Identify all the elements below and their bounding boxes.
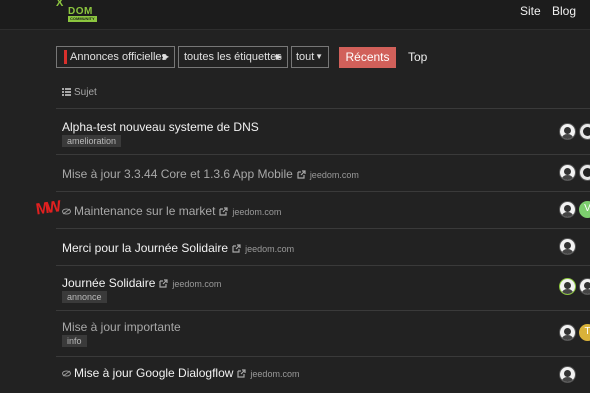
top-tab-button[interactable]: Top [408,47,427,68]
topic-title-link[interactable]: Journée Solidaire jeedom.com [62,276,221,290]
topic-domain: jeedom.com [250,369,300,379]
external-link-icon [219,207,229,216]
topic-domain: jeedom.com [232,207,282,217]
topic-title-text: Merci pour la Journée Solidaire [62,241,229,255]
caret-down-icon: ▼ [315,52,323,61]
topic-title-text: Mise à jour importante [62,320,181,334]
nav-blog-link[interactable]: Blog [552,4,576,18]
poster-avatar[interactable] [559,324,576,341]
recent-tab-button[interactable]: Récents [339,47,396,68]
logo-x-mark: X [56,0,64,9]
external-link-icon [297,170,306,179]
topic-tag[interactable]: info [62,335,87,347]
topic-title-text: Mise à jour 3.3.44 Core et 1.3.6 App Mob… [62,167,293,181]
topic-tag[interactable]: annonce [62,291,107,303]
external-link-icon [232,244,241,253]
topic-row[interactable]: Mise à jour Google Dialogflow jeedom.com [56,357,590,393]
poster-avatar[interactable] [579,278,590,295]
poster-avatar[interactable]: V [579,201,590,218]
topic-domain: jeedom.com [172,279,222,289]
topic-row[interactable]: Merci pour la Journée Solidaire jeedom.co… [56,229,590,266]
nav-site-link[interactable]: Site [520,4,541,18]
topic-title-text: Mise à jour Google Dialogflow [74,366,234,380]
category-color-swatch [64,50,67,64]
logo-subtitle: COMMUNITY [68,16,97,22]
jeedom-logo[interactable]: X DOM COMMUNITY [54,0,100,24]
topic-domain: jeedom.com [245,244,295,254]
poster-avatar[interactable] [559,123,576,140]
subject-column-header[interactable]: Sujet [62,87,97,98]
poster-avatar[interactable] [579,123,590,140]
topic-title-link[interactable]: Merci pour la Journée Solidaire jeedom.co… [62,241,294,255]
topic-row[interactable]: Alpha-test nouveau systeme de DNS amelio… [56,109,590,155]
topic-title-text: Alpha-test nouveau systeme de DNS [62,120,259,134]
topic-domain: jeedom.com [309,170,359,180]
external-link-icon [237,369,247,378]
topic-title-link[interactable]: Mise à jour importante [62,320,181,334]
poster-avatar[interactable] [559,164,576,181]
caret-right-icon: ▶ [275,52,282,61]
eye-slash-icon [62,370,71,377]
poster-avatar[interactable]: T [579,324,590,341]
subject-column-label: Sujet [74,87,97,98]
topic-title-text: Maintenance sur le market [74,204,216,218]
category-dropdown-label: Annonces officielles [70,51,168,63]
poster-avatar[interactable] [559,278,576,295]
tags-dropdown[interactable]: toutes les étiquettes ▶ [178,46,288,68]
topic-tag[interactable]: amelioration [62,135,122,147]
topic-row[interactable]: Maintenance sur le market jeedom.com V [56,192,590,229]
list-icon [62,88,71,96]
period-dropdown-label: tout [296,51,315,63]
topic-title-text: Journée Solidaire [62,276,156,290]
poster-avatar[interactable] [559,201,576,218]
topic-row[interactable]: Journée Solidaire jeedom.com annonce [56,266,590,311]
caret-right-icon: ▶ [162,52,169,61]
category-dropdown[interactable]: Annonces officielles ▶ [56,46,175,68]
topic-row[interactable]: Mise à jour importante info T [56,311,590,357]
tags-dropdown-label: toutes les étiquettes [184,51,282,63]
poster-avatar[interactable] [579,164,590,181]
topic-title-link[interactable]: Maintenance sur le market jeedom.com [62,204,281,218]
external-link-icon [159,279,169,288]
topic-title-link[interactable]: Alpha-test nouveau systeme de DNS [62,120,259,134]
poster-avatar[interactable] [559,238,576,255]
eye-slash-icon [62,208,71,215]
period-dropdown[interactable]: tout ▼ [291,46,329,68]
red-scribble-annotation: MW [34,198,60,219]
topic-row[interactable]: Mise à jour 3.3.44 Core et 1.3.6 App Mob… [56,155,590,192]
site-header: X DOM COMMUNITY Site Blog [0,0,590,30]
topic-title-link[interactable]: Mise à jour Google Dialogflow jeedom.com [62,366,299,380]
topic-title-link[interactable]: Mise à jour 3.3.44 Core et 1.3.6 App Mob… [62,167,359,181]
